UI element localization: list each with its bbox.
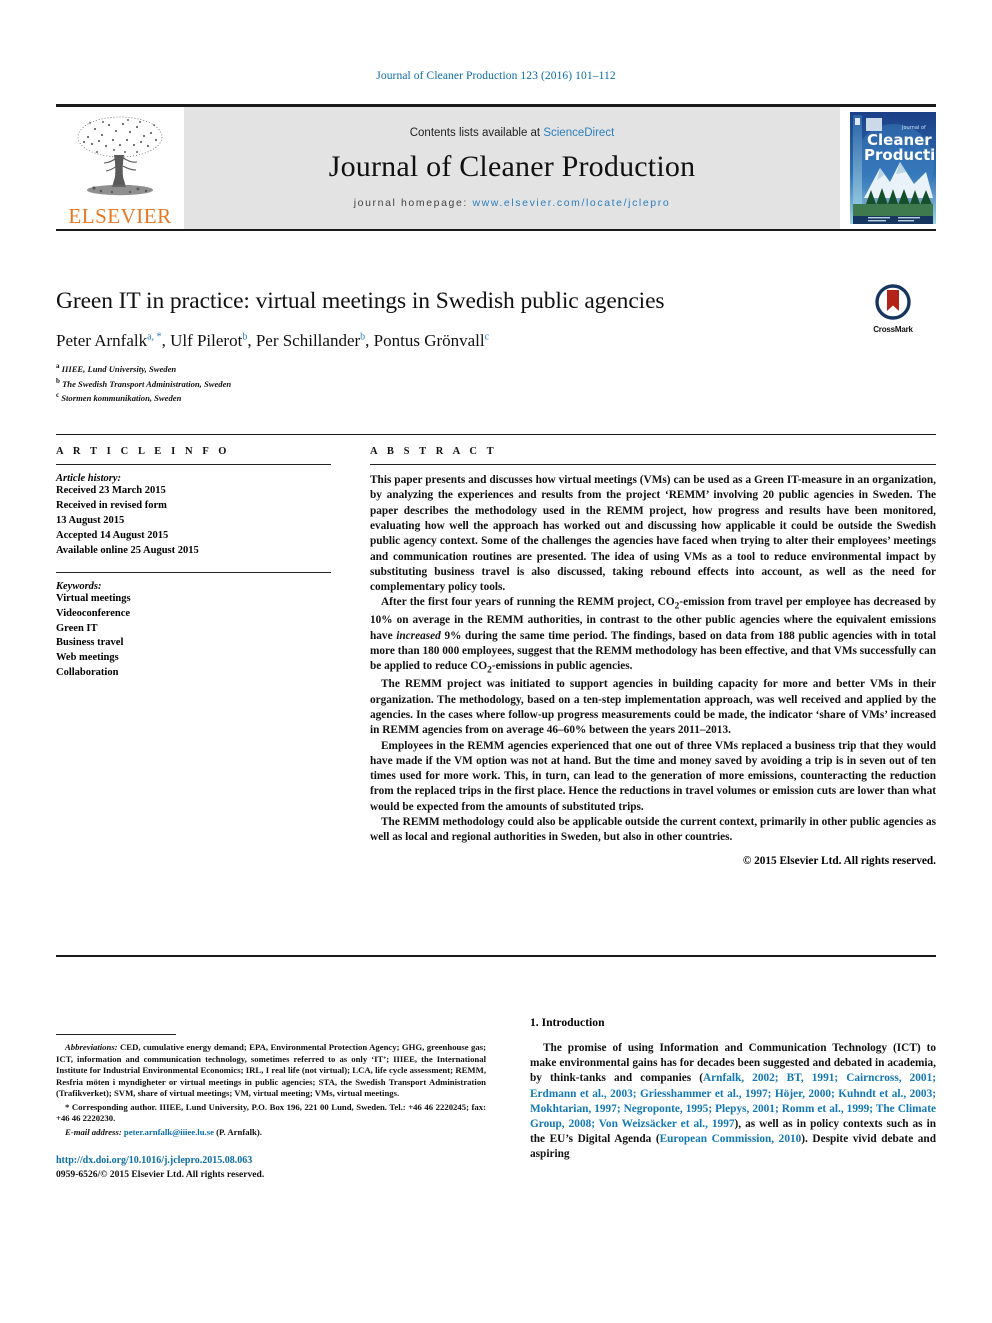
author-sep-0: , — [161, 330, 171, 350]
abstract-paragraph-5: The REMM methodology could also be appli… — [370, 816, 936, 844]
affiliation-list: a IIIEE, Lund University, Sweden b The S… — [56, 361, 936, 405]
citation-group-2[interactable]: European Commission, 2010 — [660, 1133, 802, 1145]
article-info-rule — [56, 464, 331, 466]
keyword-1: Videoconference — [56, 607, 131, 619]
abstract-section: A B S T R A C T This paper presents and … — [370, 446, 936, 867]
introduction-section: 1. Introduction The promise of using Inf… — [530, 1016, 936, 1163]
sciencedirect-link[interactable]: ScienceDirect — [543, 127, 614, 139]
journal-homepage-line: journal homepage: www.elsevier.com/locat… — [354, 197, 671, 209]
abstract-paragraph-3: The REMM project was initiated to suppor… — [370, 678, 936, 737]
issn-copyright: 0959-6526/© 2015 Elsevier Ltd. All right… — [56, 1168, 265, 1180]
elsevier-logo: ELSEVIER — [56, 106, 184, 229]
masthead-center: Contents lists available at ScienceDirec… — [184, 106, 840, 229]
article-info-section: A R T I C L E I N F O Article history: R… — [56, 446, 331, 681]
section-divider-top — [56, 434, 936, 436]
article-history-3: Accepted 14 August 2015 — [56, 529, 169, 541]
introduction-paragraph-1: The promise of using Information and Com… — [530, 1042, 936, 1161]
abstract-rule — [370, 464, 936, 466]
journal-title: Journal of Cleaner Production — [328, 149, 696, 183]
journal-cover-image: Journal of Cleaner Production — [850, 111, 936, 224]
corresponding-author-note: * Corresponding author. IIIEE, Lund Univ… — [56, 1101, 486, 1124]
crossmark-label: CrossMark — [873, 325, 913, 334]
author-sep-1: , — [247, 330, 256, 350]
contents-available-line: Contents lists available at ScienceDirec… — [410, 127, 615, 139]
homepage-prefix: journal homepage: — [353, 196, 473, 209]
crossmark-badge[interactable]: CrossMark — [850, 284, 936, 334]
article-history-label: Article history: — [56, 473, 122, 485]
section-divider-bottom — [56, 955, 936, 957]
author-0: Peter Arnfalka, * — [56, 330, 162, 350]
footnotes-section: Abbreviations: CED, cumulative energy de… — [56, 1034, 486, 1180]
author-sep-2: , — [365, 330, 374, 350]
affiliation-1: b The Swedish Transport Administration, … — [56, 376, 232, 389]
article-history-4: Available online 25 August 2015 — [56, 544, 199, 556]
keyword-4: Web meetings — [56, 652, 119, 664]
abstract-paragraph-2: After the first four years of running th… — [370, 596, 937, 676]
elsevier-tree-icon — [77, 116, 163, 195]
crossmark-icon — [875, 284, 911, 320]
keyword-5: Collaboration — [56, 667, 119, 679]
page-title: Green IT in practice: virtual meetings i… — [56, 288, 665, 314]
author-0-marks: a, * — [147, 331, 162, 343]
keyword-2: Green IT — [56, 622, 98, 634]
keywords-rule — [56, 571, 331, 573]
author-3: Pontus Grönvallc — [373, 330, 490, 350]
contents-prefix: Contents lists available at — [409, 126, 544, 139]
introduction-heading: 1. Introduction — [530, 1016, 605, 1029]
email-link[interactable]: peter.arnfalk@iiiee.lu.se — [124, 1127, 214, 1137]
email-note: E-mail address: peter.arnfalk@iiiee.lu.s… — [65, 1127, 262, 1138]
footnote-rule — [56, 1034, 176, 1036]
author-1: Ulf Pilerotb — [170, 330, 248, 350]
paper-page: Journal of Cleaner Production 123 (2016)… — [0, 0, 992, 1323]
journal-masthead: ELSEVIER Contents lists available at Sci… — [56, 104, 936, 231]
doi-link[interactable]: http://dx.doi.org/10.1016/j.jclepro.2015… — [56, 1155, 486, 1166]
title-block: Green IT in practice: virtual meetings i… — [56, 284, 936, 405]
author-list: Peter Arnfalka, *, Ulf Pilerotb, Per Sch… — [56, 330, 936, 351]
homepage-url-link[interactable]: www.elsevier.com/locate/jclepro — [472, 197, 670, 209]
keyword-3: Business travel — [56, 637, 124, 649]
abstract-paragraph-1: This paper presents and discusses how vi… — [370, 474, 936, 594]
affiliation-2: c Stormen kommunikation, Sweden — [56, 391, 182, 404]
author-2: Per Schillanderb — [255, 330, 366, 350]
article-info-heading: A R T I C L E I N F O — [56, 446, 231, 457]
journal-cover-thumbnail[interactable]: Journal of Cleaner Production — [840, 106, 936, 229]
abbreviations-note: Abbreviations: CED, cumulative energy de… — [56, 1042, 486, 1099]
keywords-label: Keywords: — [56, 580, 102, 592]
running-head: Journal of Cleaner Production 123 (2016)… — [376, 70, 616, 82]
affiliation-0: a IIIEE, Lund University, Sweden — [56, 361, 177, 374]
article-history-1: Received in revised form — [56, 500, 167, 511]
abstract-heading: A B S T R A C T — [370, 446, 498, 457]
masthead-bottom-rule — [56, 228, 936, 231]
abstract-paragraph-4: Employees in the REMM agencies experienc… — [370, 739, 936, 813]
article-history-2: 13 August 2015 — [56, 514, 125, 526]
svg-text:Production: Production — [864, 146, 936, 164]
abstract-copyright: © 2015 Elsevier Ltd. All rights reserved… — [742, 854, 936, 867]
article-history-0: Received 23 March 2015 — [56, 485, 166, 497]
author-3-marks: c — [484, 331, 490, 343]
elsevier-wordmark: ELSEVIER — [68, 203, 172, 228]
keyword-0: Virtual meetings — [56, 592, 131, 604]
